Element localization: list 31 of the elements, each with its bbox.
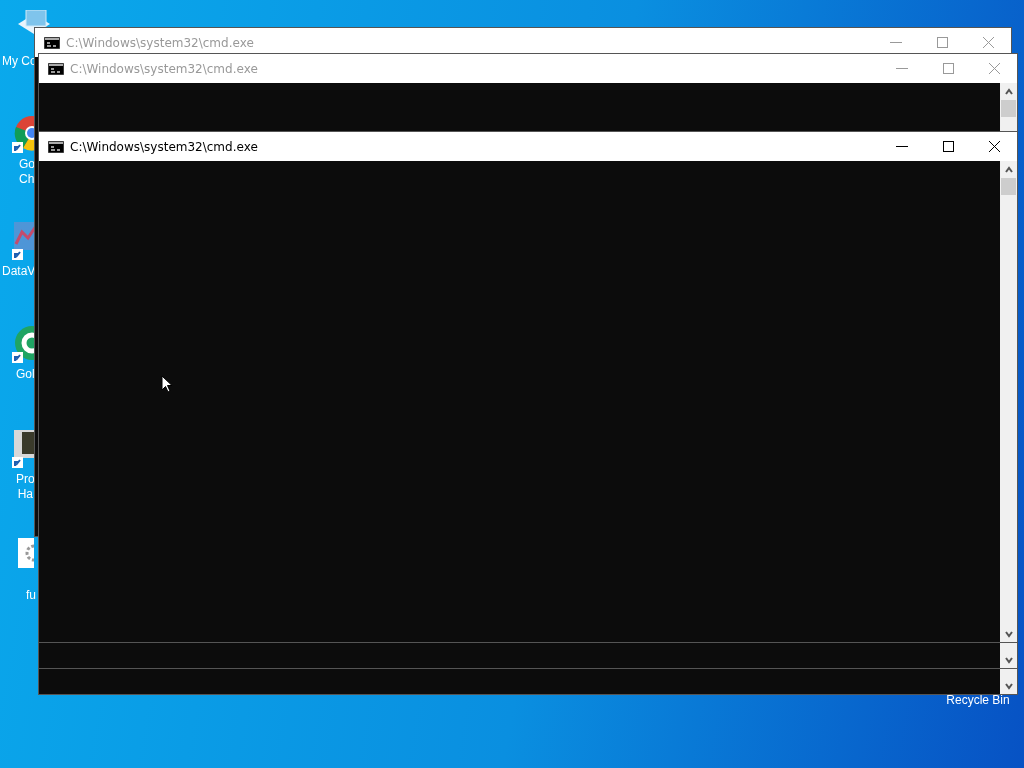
icon-label: Recycle Bin: [946, 693, 1010, 708]
icon-label: DataV: [2, 264, 36, 279]
shortcut-arrow-icon: [12, 457, 23, 468]
mouse-pointer-icon: [161, 375, 173, 393]
icon-label: Go Ch: [18, 157, 35, 187]
console-icon: [48, 62, 64, 75]
maximize-icon: [942, 141, 954, 152]
icon-label: Pro Ha: [15, 472, 35, 502]
window-title: C:\Windows\system32\cmd.exe: [66, 35, 254, 50]
shortcut-arrow-icon: [12, 142, 23, 153]
minimize-icon: [896, 146, 908, 147]
icon-label: Gol: [15, 367, 35, 382]
chevron-up-icon: [1003, 86, 1014, 97]
close-icon: [988, 63, 1000, 74]
chevron-up-icon: [1003, 164, 1014, 175]
maximize-icon: [942, 63, 954, 74]
shortcut-arrow-icon: [12, 352, 23, 363]
console-icon: [48, 140, 64, 153]
window-title: C:\Windows\system32\cmd.exe: [70, 139, 258, 154]
gear-file-icon: [18, 538, 34, 568]
scroll-thumb[interactable]: [1001, 178, 1016, 195]
close-icon: [988, 141, 1000, 152]
scroll-thumb[interactable]: [1001, 100, 1016, 117]
close-icon: [982, 37, 994, 48]
minimize-icon: [890, 42, 902, 43]
minimize-icon: [896, 68, 908, 69]
console-icon: [44, 36, 60, 49]
maximize-icon: [936, 37, 948, 48]
shortcut-arrow-icon: [12, 249, 23, 260]
icon-label: fu: [25, 588, 36, 603]
window-title: C:\Windows\system32\cmd.exe: [70, 61, 258, 76]
